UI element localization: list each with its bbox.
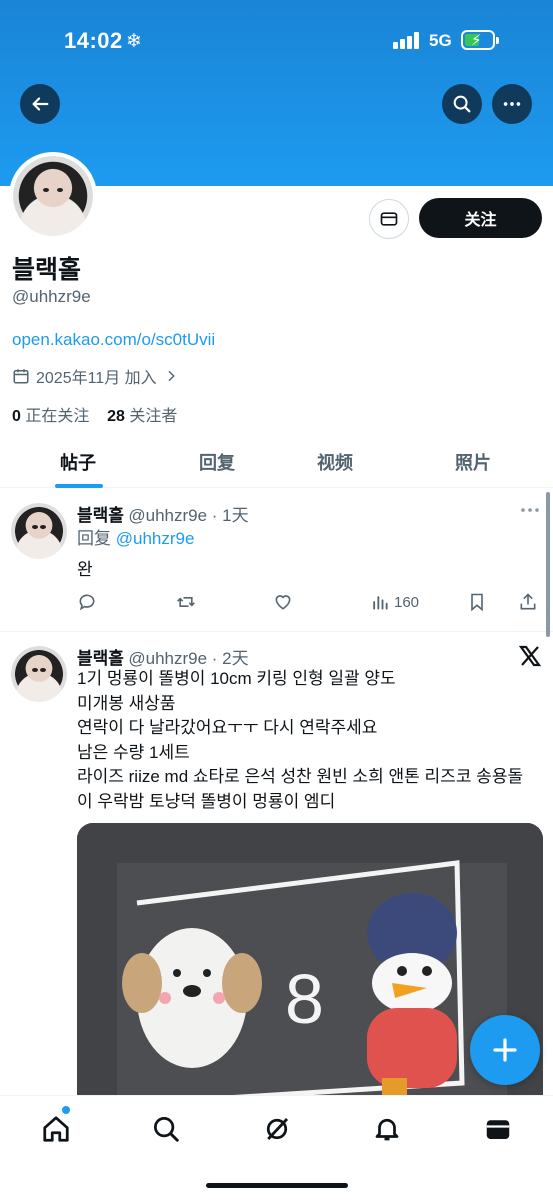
tweet-header: 블랙홀 @uhhzr9e · 2天 (77, 644, 249, 669)
bookmark-button[interactable] (467, 592, 487, 612)
notification-dot (62, 1106, 70, 1114)
retweet-icon (177, 597, 195, 607)
joined-label: 2025年11月 加入 (36, 370, 157, 387)
search-icon[interactable] (151, 1114, 181, 1144)
heart-icon (275, 595, 291, 610)
share-button[interactable] (518, 592, 538, 612)
home-indicator (206, 1183, 348, 1188)
chevron-right-icon (168, 370, 175, 382)
x-logo-icon (518, 645, 542, 667)
tweet-actions: 160 (77, 592, 543, 616)
tab-replies[interactable]: 回复 (199, 449, 235, 475)
reply-context: 回复 @uhhzr9e (77, 527, 194, 552)
active-tab-indicator (55, 484, 103, 488)
follow-button[interactable]: 关注 (419, 198, 542, 238)
tweet-meta: @uhhzr9e · 2天 (128, 649, 249, 668)
tweet-text: 완 (77, 560, 93, 579)
calendar-icon (13, 369, 29, 384)
profile-avatar[interactable] (9, 152, 97, 240)
following-count[interactable]: 0 (12, 408, 21, 425)
tab-photos[interactable]: 照片 (455, 449, 491, 475)
views-count: 160 (394, 593, 420, 611)
tweet-line: 라이즈 riize md 쇼타로 은석 성찬 원빈 소희 앤톤 리즈코 송용돌 (77, 767, 524, 786)
tweet-avatar[interactable] (11, 646, 67, 702)
mail-icon (380, 212, 398, 226)
tweet-author-name[interactable]: 블랙홀 (77, 649, 124, 668)
snowflake-icon: ❄ (126, 31, 142, 52)
profile-link[interactable]: open.kakao.com/o/sc0tUvii (12, 330, 215, 350)
tab-videos[interactable]: 视频 (317, 449, 353, 475)
tweet-author-name[interactable]: 블랙홀 (77, 506, 124, 525)
tweet-divider (0, 631, 553, 632)
tweet-more-icon[interactable] (519, 503, 541, 517)
tweet-text: 1기 멍룡이 똘병이 10cm 키링 인형 일괄 양도 미개봉 새상품 연락이 … (77, 667, 523, 814)
battery-icon: ⚡ (461, 30, 499, 50)
home-icon[interactable] (41, 1114, 71, 1144)
tweet-line: 남은 수량 1세트 (77, 742, 190, 762)
grok-icon[interactable] (262, 1114, 292, 1144)
tweet-avatar[interactable] (11, 503, 67, 559)
compose-button[interactable] (470, 1015, 540, 1085)
status-time: 14:02 (64, 28, 123, 53)
followers-label[interactable]: 关注者 (129, 408, 177, 425)
plus-icon (493, 1038, 517, 1062)
retweet-button[interactable] (176, 592, 196, 612)
tweet-line: 이 우락밤 토냥덕 똘병이 멍룡이 엠디 (77, 791, 336, 811)
message-button[interactable] (369, 199, 409, 239)
bar-chart-icon (373, 596, 388, 610)
reply-mention[interactable]: @uhhzr9e (116, 529, 195, 548)
status-bar: 14:02 ❄ 5G ⚡ (0, 0, 553, 80)
more-icon (503, 102, 521, 106)
following-label[interactable]: 正在关注 (25, 408, 89, 425)
arrow-left-icon (32, 97, 49, 111)
messages-icon[interactable] (483, 1114, 513, 1144)
profile-tabs: 帖子 回复 视频 照片 (0, 436, 553, 488)
reply-button[interactable] (77, 592, 97, 612)
tweet-line: 1기 멍룡이 똘병이 10cm 키링 인형 일괄 양도 (77, 669, 396, 688)
views-button[interactable]: 160 (370, 592, 419, 612)
like-button[interactable] (273, 592, 293, 612)
profile-handle: @uhhzr9e (12, 287, 91, 306)
tweet-line: 미개봉 새상품 (77, 693, 176, 713)
network-label: 5G (429, 31, 452, 50)
reply-prefix: 回复 (77, 529, 111, 548)
profile-name: 블랙홀 (12, 256, 82, 284)
back-button[interactable] (20, 84, 60, 124)
search-icon (453, 95, 471, 113)
joined-date[interactable]: 2025年11月 加入 (12, 364, 179, 388)
bookmark-icon (471, 593, 483, 612)
followers-count[interactable]: 28 (107, 408, 125, 425)
signal-icon (393, 31, 421, 49)
search-button[interactable] (442, 84, 482, 124)
share-icon (520, 593, 536, 610)
reply-icon (79, 594, 95, 611)
bell-icon[interactable] (372, 1114, 402, 1144)
tweet-meta: @uhhzr9e · 1天 (128, 506, 249, 525)
tab-posts[interactable]: 帖子 (60, 449, 96, 475)
tweet-header: 블랙홀 @uhhzr9e · 1天 (77, 501, 249, 526)
more-button[interactable] (492, 84, 532, 124)
tweet-line: 연락이 다 날라갔어요ㅜㅜ 다시 연락주세요 (77, 718, 378, 737)
photo-number: 8 (285, 960, 324, 1038)
follow-stats: 0 正在关注 28 关注者 (12, 402, 177, 426)
scrollbar[interactable] (546, 492, 550, 637)
